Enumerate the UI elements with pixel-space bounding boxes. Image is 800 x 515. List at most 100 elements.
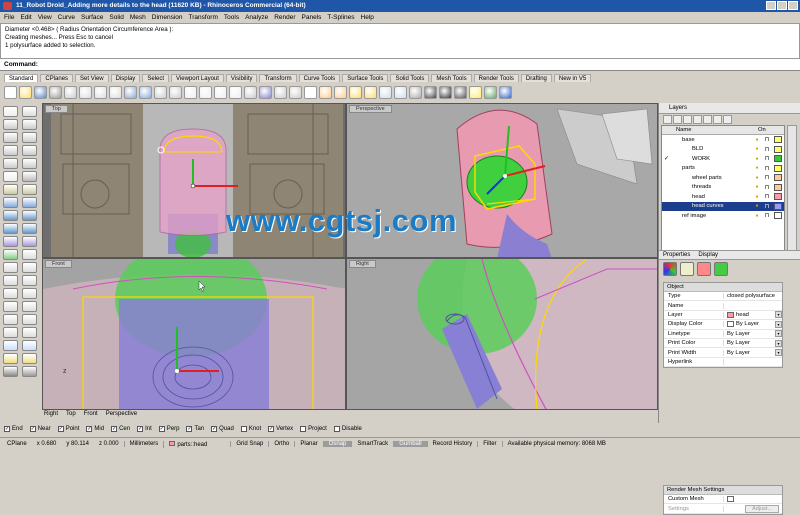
property-value[interactable]: By Layer ▾ bbox=[724, 339, 782, 347]
lock-icon[interactable] bbox=[349, 86, 362, 99]
viewport-tab-front[interactable]: Front bbox=[84, 411, 98, 419]
lightbulb-icon[interactable]: ● bbox=[752, 137, 762, 143]
trim-icon[interactable] bbox=[3, 314, 18, 325]
menu-item-help[interactable]: Help bbox=[361, 14, 374, 21]
layer-row[interactable]: threads ● ⊓ bbox=[662, 183, 784, 193]
lightbulb-icon[interactable]: ● bbox=[752, 213, 762, 219]
osnap-quad[interactable]: ✓ Quad bbox=[211, 426, 234, 432]
box-icon[interactable] bbox=[3, 210, 18, 221]
layer-row[interactable]: head curves ● ⊓ bbox=[662, 201, 784, 211]
surface-icon[interactable] bbox=[3, 197, 18, 208]
status-grid-snap[interactable]: Grid Snap bbox=[230, 441, 268, 447]
split-icon[interactable] bbox=[22, 314, 37, 325]
menu-item-surface[interactable]: Surface bbox=[81, 14, 103, 21]
analyze-icon[interactable] bbox=[409, 86, 422, 99]
property-value[interactable]: head ▾ bbox=[724, 311, 782, 319]
mirror-icon[interactable] bbox=[3, 288, 18, 299]
lock-icon[interactable]: ⊓ bbox=[762, 184, 772, 191]
command-prompt[interactable]: Command: bbox=[0, 59, 800, 71]
rectangle-icon[interactable] bbox=[3, 158, 18, 169]
osnap-point[interactable]: ✓ Point bbox=[57, 426, 79, 432]
zoom-icon[interactable] bbox=[184, 86, 197, 99]
chevron-down-icon[interactable]: ▾ bbox=[775, 349, 782, 357]
status-planar[interactable]: Planar bbox=[294, 441, 322, 447]
tab-select[interactable]: Select bbox=[142, 74, 169, 82]
osnap-checkbox[interactable] bbox=[300, 426, 307, 432]
osnap-tan[interactable]: ✓ Tan bbox=[186, 426, 204, 432]
status-units[interactable]: Millimeters bbox=[123, 441, 164, 447]
status-smarttrack[interactable]: SmartTrack bbox=[351, 441, 393, 447]
move-up-icon[interactable] bbox=[693, 115, 702, 124]
property-value[interactable]: By Layer ▾ bbox=[724, 349, 782, 357]
texture-mapping-icon[interactable] bbox=[697, 262, 711, 276]
osnap-checkbox[interactable]: ✓ bbox=[86, 426, 93, 432]
osnap-cen[interactable]: ✓ Cen bbox=[111, 426, 130, 432]
line-icon[interactable] bbox=[3, 119, 18, 130]
lightbulb-icon[interactable]: ● bbox=[752, 184, 762, 190]
menu-item-panels[interactable]: Panels bbox=[302, 14, 322, 21]
column-name[interactable]: Name bbox=[664, 127, 758, 133]
environment-icon[interactable] bbox=[484, 86, 497, 99]
help-icon[interactable] bbox=[499, 86, 512, 99]
viewport-front[interactable]: Front z bbox=[42, 258, 346, 410]
layer-color-swatch[interactable] bbox=[774, 136, 782, 144]
osnap-checkbox[interactable]: ✓ bbox=[186, 426, 193, 432]
explode-icon[interactable] bbox=[22, 301, 37, 312]
point-icon[interactable] bbox=[22, 106, 37, 117]
display-tab[interactable]: Display bbox=[698, 252, 718, 258]
layer-row[interactable]: BLD ● ⊓ bbox=[662, 145, 784, 155]
points-on-icon[interactable] bbox=[3, 340, 18, 351]
tab-visibility[interactable]: Visibility bbox=[225, 74, 258, 82]
material-icon[interactable] bbox=[454, 86, 467, 99]
lightbulb-icon[interactable]: ● bbox=[752, 146, 762, 152]
points-off-icon[interactable] bbox=[22, 340, 37, 351]
status-layer[interactable]: parts::head bbox=[163, 440, 212, 448]
lock-icon[interactable]: ⊓ bbox=[762, 212, 772, 219]
polygon-icon[interactable] bbox=[22, 158, 37, 169]
grid-icon[interactable] bbox=[289, 86, 302, 99]
undo-view-icon[interactable] bbox=[244, 86, 257, 99]
lock-icon[interactable]: ⊓ bbox=[762, 146, 772, 153]
four-views-icon[interactable] bbox=[259, 86, 272, 99]
close-button[interactable] bbox=[788, 1, 798, 10]
zebra-icon[interactable] bbox=[22, 353, 37, 364]
move-icon[interactable] bbox=[3, 262, 18, 273]
tab-surface-tools[interactable]: Surface Tools bbox=[342, 74, 389, 82]
tab-curve-tools[interactable]: Curve Tools bbox=[298, 74, 341, 82]
new-file-icon[interactable] bbox=[4, 86, 17, 99]
material-icon[interactable] bbox=[680, 262, 694, 276]
lock-icon[interactable]: ⊓ bbox=[762, 136, 772, 143]
osnap-checkbox[interactable]: ✓ bbox=[158, 426, 165, 432]
osnap-vertex[interactable]: ✓ Vertex bbox=[268, 426, 293, 432]
osnap-disable[interactable]: Disable bbox=[333, 426, 362, 432]
status-gumball[interactable]: Gumball bbox=[393, 441, 427, 447]
cplane-icon[interactable] bbox=[274, 86, 287, 99]
lock-icon[interactable]: ⊓ bbox=[762, 155, 772, 162]
tab-solid-tools[interactable]: Solid Tools bbox=[390, 74, 430, 82]
chevron-down-icon[interactable]: ▾ bbox=[775, 330, 782, 338]
ungroup-icon[interactable] bbox=[22, 327, 37, 338]
tab-cplanes[interactable]: CPlanes bbox=[40, 74, 74, 82]
unlock-icon[interactable] bbox=[364, 86, 377, 99]
menu-item-file[interactable]: File bbox=[4, 14, 14, 21]
fillet-curve-icon[interactable] bbox=[3, 184, 18, 195]
select-arrow-icon[interactable] bbox=[3, 106, 18, 117]
hide-icon[interactable] bbox=[319, 86, 332, 99]
help-icon[interactable] bbox=[723, 115, 732, 124]
menu-item-render[interactable]: Render bbox=[274, 14, 295, 21]
viewport-tab-right[interactable]: Right bbox=[44, 411, 58, 419]
layer-color-swatch[interactable] bbox=[774, 202, 782, 210]
osnap-near[interactable]: ✓ Near bbox=[29, 426, 51, 432]
viewport-tab-top[interactable]: Top bbox=[66, 411, 76, 419]
import-icon[interactable] bbox=[64, 86, 77, 99]
cut-icon[interactable] bbox=[79, 86, 92, 99]
tab-drafting[interactable]: Drafting bbox=[520, 74, 552, 82]
rotate-view-icon[interactable] bbox=[169, 86, 182, 99]
show-icon[interactable] bbox=[334, 86, 347, 99]
layer-color-swatch[interactable] bbox=[774, 145, 782, 153]
mesh-icon[interactable] bbox=[3, 249, 18, 260]
tab-mesh-tools[interactable]: Mesh Tools bbox=[431, 74, 472, 82]
move-down-icon[interactable] bbox=[703, 115, 712, 124]
lightbulb-icon[interactable]: ● bbox=[752, 194, 762, 200]
lightbulb-icon[interactable]: ● bbox=[752, 203, 762, 209]
